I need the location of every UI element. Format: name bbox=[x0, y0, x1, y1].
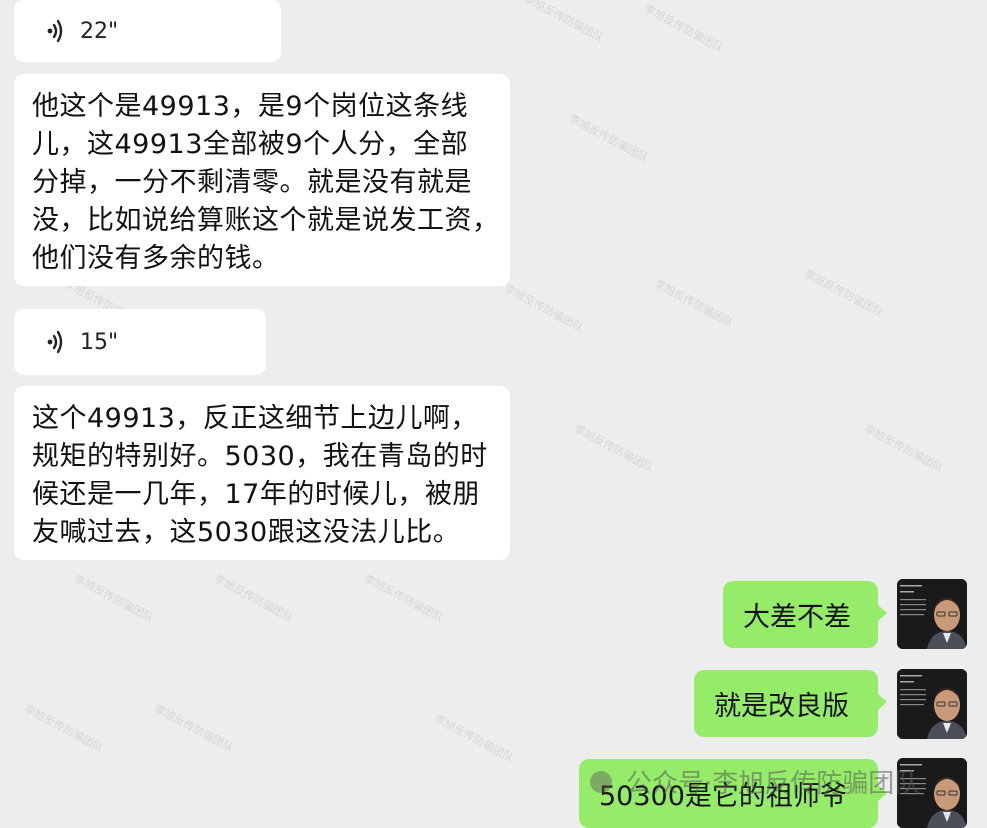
avatar-portrait-icon bbox=[897, 579, 967, 649]
message-line: 他这个是49913，是9个岗位这条线 bbox=[32, 91, 469, 122]
voice-wave-icon bbox=[47, 330, 63, 354]
message-line: 他们没有多余的钱。 bbox=[32, 243, 280, 274]
avatar[interactable] bbox=[897, 669, 967, 739]
watermark: 李旭反传防骗团队 bbox=[801, 267, 886, 320]
watermark: 李旭反传防骗团队 bbox=[521, 0, 606, 45]
account-watermark-text: 公众号·李旭反传防骗团队 bbox=[626, 769, 921, 799]
avatar-portrait-icon bbox=[897, 669, 967, 739]
watermark: 李旭反传防骗团队 bbox=[651, 277, 736, 330]
message-line: 友喊过去，这5030跟这没法儿比。 bbox=[32, 517, 461, 548]
watermark: 李旭反传防骗团队 bbox=[71, 572, 156, 625]
sent-message[interactable]: 就是改良版 bbox=[694, 670, 878, 737]
watermark: 李旭反传防骗团队 bbox=[566, 112, 651, 165]
message-line: 儿，这49913全部被9个人分，全部 bbox=[32, 129, 469, 160]
wechat-logo-icon bbox=[590, 770, 612, 793]
watermark: 李旭反传防骗团队 bbox=[361, 572, 446, 625]
received-message[interactable]: 这个49913，反正这细节上边儿啊， 规矩的特别好。5030，我在青岛的时 候还… bbox=[14, 386, 510, 560]
voice-message[interactable]: 22" bbox=[14, 0, 281, 62]
sent-message-text: 就是改良版 bbox=[714, 691, 849, 722]
watermark: 李旭反传防骗团队 bbox=[501, 282, 586, 335]
message-line: 这个49913，反正这细节上边儿啊， bbox=[32, 403, 478, 434]
watermark: 李旭反传防骗团队 bbox=[641, 2, 726, 55]
message-line: 分掉，一分不剩清零。就是没有就是 bbox=[32, 167, 472, 198]
voice-duration: 22" bbox=[80, 18, 119, 44]
received-message[interactable]: 他这个是49913，是9个岗位这条线 儿，这49913全部被9个人分，全部 分掉… bbox=[14, 74, 510, 286]
voice-message[interactable]: 15" bbox=[14, 309, 266, 375]
watermark: 李旭反传防骗团队 bbox=[431, 712, 516, 765]
watermark: 李旭反传防骗团队 bbox=[21, 702, 106, 755]
watermark: 李旭反传防骗团队 bbox=[571, 422, 656, 475]
voice-duration: 15" bbox=[80, 329, 119, 355]
message-line: 规矩的特别好。5030，我在青岛的时 bbox=[32, 441, 488, 472]
watermark: 李旭反传防骗团队 bbox=[211, 572, 296, 625]
bubble-tail bbox=[878, 605, 887, 621]
voice-wave-icon bbox=[47, 19, 63, 43]
bubble-tail bbox=[878, 694, 887, 710]
watermark: 李旭反传防骗团队 bbox=[151, 702, 236, 755]
sent-message[interactable]: 大差不差 bbox=[723, 581, 878, 648]
message-line: 候还是一几年，17年的时候儿，被朋 bbox=[32, 479, 480, 510]
sent-message-text: 大差不差 bbox=[743, 602, 851, 633]
account-watermark: 公众号·李旭反传防骗团队 bbox=[590, 763, 920, 800]
message-line: 没，比如说给算账这个就是说发工资， bbox=[32, 205, 500, 236]
chat-screen: 李旭反传防骗团队 李旭反传防骗团队 李旭反传防骗团队 李旭反传防骗团队 李旭反传… bbox=[0, 0, 987, 828]
watermark: 李旭反传防骗团队 bbox=[861, 422, 946, 475]
avatar[interactable] bbox=[897, 579, 967, 649]
